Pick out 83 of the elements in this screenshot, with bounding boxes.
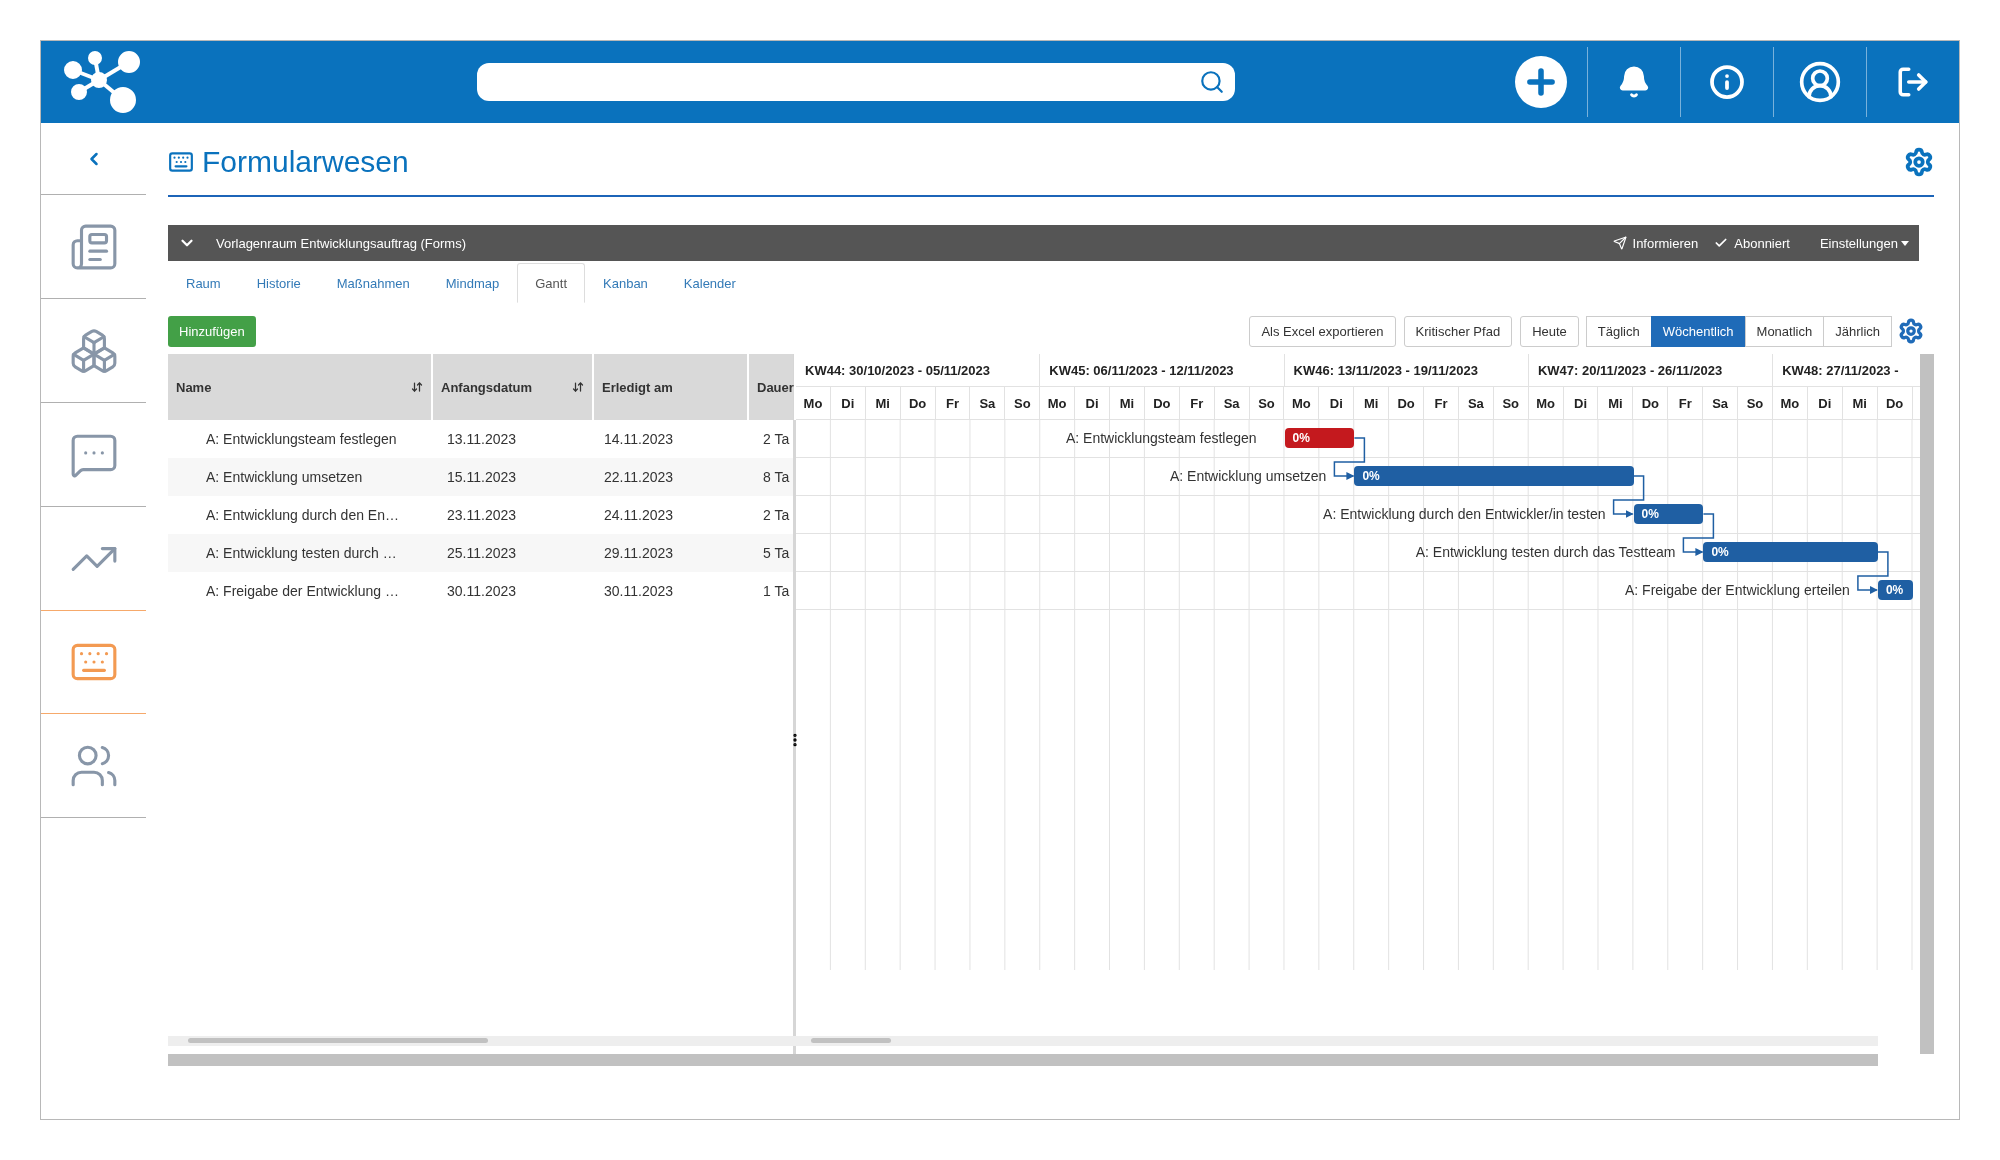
day-header: So [1005, 387, 1041, 419]
table-cell-text: A: Entwicklung testen durch … [205, 545, 398, 561]
table-cell-text: 24.11.2023 [603, 507, 675, 523]
view-toggle[interactable]: Jährlich [1823, 315, 1892, 347]
day-header: So [1249, 387, 1285, 419]
table-cell-text: 29.11.2023 [603, 545, 675, 561]
day-header: Mo [796, 387, 831, 419]
day-header: Sa [1214, 387, 1250, 419]
table-cell-text: 25.11.2023 [446, 545, 518, 561]
column-title: Erledigt am [602, 379, 673, 395]
room-title: Vorlagenraum Entwicklungsauftrag (Forms) [216, 235, 466, 251]
task-label: A: Entwicklung testen durch das Testteam [1415, 544, 1676, 560]
day-header: Mi [1110, 387, 1145, 419]
task-label: A: Entwicklungsteam festlegen [1065, 430, 1257, 446]
column-title: Name [176, 379, 212, 395]
table-cell-text: A: Entwicklung durch den En… [205, 507, 400, 523]
day-header: Do [1389, 387, 1425, 419]
task-bar[interactable]: 0% [1633, 504, 1704, 524]
day-header: So [1738, 387, 1773, 419]
task-bar[interactable]: 0% [1284, 428, 1355, 448]
day-header: Fr [1424, 387, 1459, 419]
task-bar[interactable]: 0% [1877, 580, 1913, 600]
week-header: KW46: 13/11/2023 - 19/11/2023 [1284, 354, 1529, 386]
week-header: KW44: 30/10/2023 - 05/11/2023 [796, 354, 1041, 386]
room-action-button[interactable]: Informieren [1612, 235, 1699, 251]
column-title: Anfangsdatum [441, 379, 532, 395]
day-header: Mi [1598, 387, 1634, 419]
task-label: A: Freigabe der Entwicklung erteilen [1625, 582, 1850, 598]
day-header: Mi [1842, 387, 1878, 419]
tab[interactable]: Gantt [517, 263, 585, 303]
day-header: Do [900, 387, 936, 419]
table-cell-text: 15.11.2023 [446, 469, 518, 485]
day-header: Fr [935, 387, 971, 419]
page-title: Formularwesen [202, 145, 409, 179]
table-cell-text: 8 Ta [762, 469, 791, 485]
day-header: Di [1807, 387, 1843, 419]
day-header: So [1493, 387, 1529, 419]
day-header: Do [1877, 387, 1913, 419]
table-cell-text: 1 Ta [762, 583, 791, 599]
week-header: KW45: 06/11/2023 - 12/11/2023 [1040, 354, 1285, 386]
day-header: Di [1563, 387, 1599, 419]
day-header: Mo [1528, 387, 1564, 419]
task-label: A: Entwicklung durch den Entwickler/in testen [1323, 506, 1606, 522]
table-cell-text: 5 Ta [762, 545, 791, 561]
table-cell-text: 14.11.2023 [603, 431, 675, 447]
toolbar-button[interactable]: Heute [1520, 315, 1579, 347]
table-cell-text: A: Freigabe der Entwicklung … [205, 583, 400, 599]
room-action-button[interactable]: Abonniert [1714, 235, 1790, 251]
view-toggle[interactable]: Wöchentlich [1650, 315, 1746, 347]
column-title: Dauer [757, 379, 794, 395]
toolbar-button[interactable]: Kritischer Pfad [1403, 315, 1513, 347]
day-header: Do [1633, 387, 1669, 419]
day-header: Fr [1668, 387, 1704, 419]
table-cell-text: 30.11.2023 [446, 583, 518, 599]
day-header: Mo [1284, 387, 1320, 419]
table-cell-text: 22.11.2023 [603, 469, 675, 485]
task-bar[interactable]: 0% [1703, 542, 1878, 562]
task-label: A: Entwicklung umsetzen [1170, 468, 1327, 484]
day-header: Sa [1458, 387, 1494, 419]
room-action-button[interactable]: Einstellungen [1819, 235, 1909, 251]
table-cell-text: 23.11.2023 [446, 507, 518, 523]
day-header: Di [1075, 387, 1110, 419]
day-header: Di [830, 387, 866, 419]
day-header: Mi [1354, 387, 1390, 419]
table-cell-text: 30.11.2023 [603, 583, 675, 599]
table-cell-text: 13.11.2023 [446, 431, 518, 447]
table-cell-text: A: Entwicklungsteam festlegen [205, 431, 398, 447]
table-cell-text: A: Entwicklung umsetzen [205, 469, 364, 485]
day-header: Fr [1179, 387, 1215, 419]
day-header: Mo [1772, 387, 1808, 419]
day-header: Mi [865, 387, 901, 419]
view-toggle[interactable]: Täglich [1585, 315, 1652, 347]
day-header: Do [1144, 387, 1180, 419]
day-header: Sa [1703, 387, 1739, 419]
day-header: Sa [970, 387, 1006, 419]
toolbar-button[interactable]: Als Excel exportieren [1249, 315, 1396, 347]
day-header: Di [1319, 387, 1355, 419]
week-header: KW47: 20/11/2023 - 26/11/2023 [1528, 354, 1774, 386]
day-header: Mo [1040, 387, 1076, 419]
view-toggle[interactable]: Monatlich [1744, 315, 1825, 347]
table-cell-text: 2 Ta [762, 431, 791, 447]
task-bar[interactable]: 0% [1354, 466, 1634, 486]
table-cell-text: 2 Ta [762, 507, 791, 523]
